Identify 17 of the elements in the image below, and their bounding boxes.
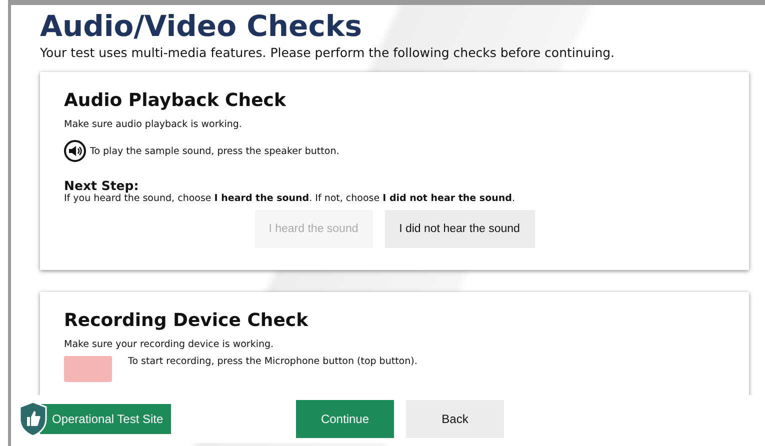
card-title: Recording Device Check [64,310,310,331]
speaker-button[interactable] [64,140,86,162]
back-button[interactable]: Back [406,400,504,438]
page-subtitle: Your test uses multi-media features. Please perform the following checks before continuing. [40,45,616,60]
continue-button[interactable]: Continue [296,400,394,438]
site-label: Operational Test Site [40,404,172,434]
instruction-text: Make sure your recording device is working. [64,339,275,350]
next-step-label: Next Step: [64,178,140,193]
microphone-hint: To start recording, press the Microphone button (top button). [128,356,418,367]
answer-button[interactable]: I did not hear the sound [384,210,534,248]
card-title: Audio Playback Check [64,90,288,111]
speaker-hint: To play the sample sound, press the speaker button. [90,146,340,156]
page-title: Audio/Video Checks [40,9,363,43]
speaker-icon [68,145,82,157]
next-step-text: If you heard the sound, choose I heard the sound. If not, choose I did not hear the sound. [64,193,516,204]
instruction-text: Make sure audio playback is working. [64,119,243,130]
shield-thumbs-up-icon [18,401,48,437]
